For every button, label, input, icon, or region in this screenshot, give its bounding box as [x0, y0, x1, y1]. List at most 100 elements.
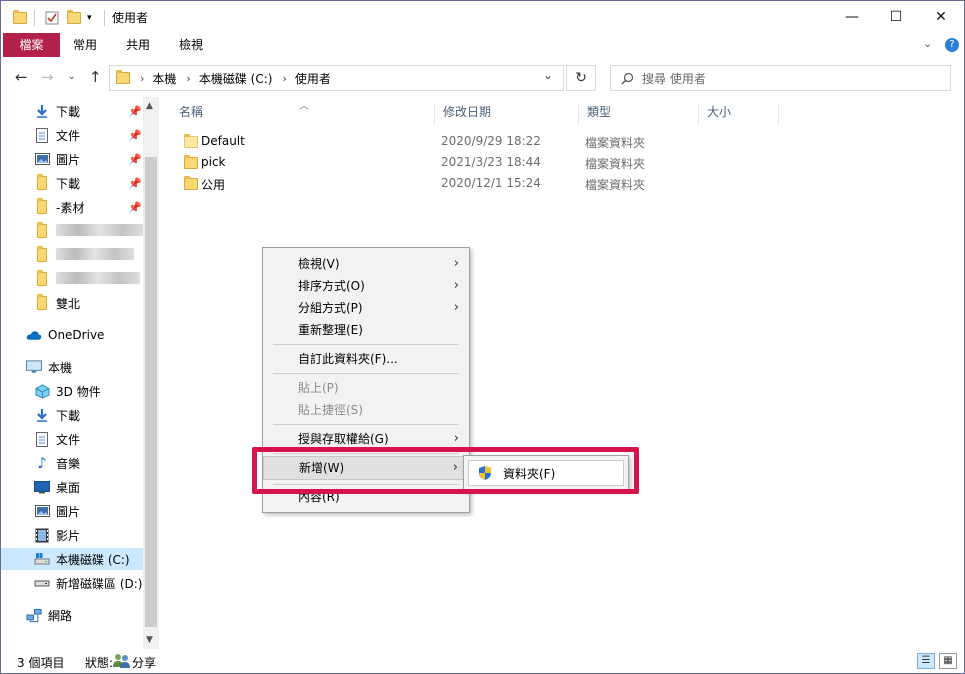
- folder-icon: [34, 222, 50, 239]
- menu-item-customize-folder[interactable]: 自訂此資料夾(F)...: [263, 348, 469, 370]
- scroll-up-icon[interactable]: ▲: [146, 101, 153, 111]
- sidebar-item-folder[interactable]: [1, 268, 143, 290]
- properties-icon[interactable]: [45, 10, 59, 26]
- sidebar-item-drive-d[interactable]: 新增磁碟區 (D:): [1, 572, 143, 594]
- tab-file[interactable]: 檔案: [3, 33, 60, 57]
- file-date: 2020/9/29 18:22: [441, 134, 541, 148]
- search-icon: [621, 72, 634, 84]
- file-type: 檔案資料夾: [585, 178, 646, 192]
- sidebar-item-folder[interactable]: 下載 📌: [1, 172, 143, 194]
- up-arrow-icon[interactable]: ↑: [89, 68, 102, 86]
- menu-item-give-access[interactable]: 授與存取權給(G) ›: [263, 428, 469, 450]
- sidebar-item-label: 圖片: [56, 504, 81, 519]
- scroll-down-icon[interactable]: ▼: [146, 635, 153, 645]
- tab-share[interactable]: 共用: [120, 33, 156, 57]
- menu-item-refresh[interactable]: 重新整理(E): [263, 319, 469, 341]
- sidebar-item-folder[interactable]: 雙北: [1, 292, 143, 314]
- address-bar[interactable]: › 本機 › 本機磁碟 (C:) › 使用者 ⌄: [109, 65, 564, 91]
- sidebar-item-drive-c[interactable]: 本機磁碟 (C:): [1, 548, 143, 570]
- column-header-date[interactable]: 修改日期: [435, 103, 579, 125]
- sidebar-item-label: OneDrive: [48, 328, 105, 342]
- column-header-type[interactable]: 類型: [579, 103, 699, 125]
- sidebar-item-network[interactable]: 網路: [1, 604, 143, 626]
- sidebar-item-videos[interactable]: 影片: [1, 524, 143, 546]
- breadcrumb-drive-c[interactable]: 本機磁碟 (C:): [199, 70, 273, 87]
- breadcrumb-this-pc[interactable]: 本機: [152, 70, 176, 87]
- menu-item-sort-by[interactable]: 排序方式(O) ›: [263, 275, 469, 297]
- chevron-down-icon[interactable]: ▾: [87, 10, 92, 26]
- menu-separator: [273, 373, 459, 374]
- sidebar-item-documents[interactable]: 文件: [1, 428, 143, 450]
- scrollbar-thumb[interactable]: [145, 157, 157, 627]
- close-button[interactable]: ✕: [918, 1, 964, 33]
- sidebar-item-desktop[interactable]: 桌面: [1, 476, 143, 498]
- tab-home[interactable]: 常用: [67, 33, 103, 57]
- file-date: 2020/12/1 15:24: [441, 176, 541, 190]
- search-input[interactable]: 搜尋 使用者: [610, 65, 951, 91]
- sidebar-item-label: 文件: [56, 128, 81, 143]
- title-bar: ▾ 使用者 — ☐ ✕: [1, 1, 964, 33]
- pin-icon[interactable]: 📌: [128, 129, 142, 142]
- sidebar-item-label: 圖片: [56, 152, 81, 167]
- details-view-icon[interactable]: ☰: [917, 653, 935, 669]
- menu-item-paste[interactable]: 貼上(P): [263, 377, 469, 399]
- menu-item-properties[interactable]: 內容(R): [263, 486, 469, 508]
- sidebar-item-this-pc[interactable]: 本機: [1, 356, 143, 378]
- document-icon: [34, 431, 50, 447]
- file-name: Default: [201, 134, 245, 148]
- menu-item-new-folder[interactable]: 資料夾(F): [468, 460, 624, 486]
- pin-icon[interactable]: 📌: [128, 105, 142, 118]
- menu-item-group-by[interactable]: 分組方式(P) ›: [263, 297, 469, 319]
- sidebar-item-label: 雙北: [56, 296, 81, 311]
- back-arrow-icon[interactable]: ←: [15, 68, 28, 86]
- menu-label: 排序方式(O): [298, 279, 365, 293]
- forward-arrow-icon[interactable]: →: [41, 68, 54, 86]
- sidebar-item-pictures[interactable]: 圖片 📌: [1, 148, 143, 170]
- column-header-name[interactable]: 名稱: [171, 103, 435, 125]
- maximize-button[interactable]: ☐: [873, 1, 919, 33]
- breadcrumb-users[interactable]: 使用者: [295, 70, 331, 87]
- pin-icon[interactable]: 📌: [128, 201, 142, 214]
- sidebar-item-pictures[interactable]: 圖片: [1, 500, 143, 522]
- table-row[interactable]: Default 2020/9/29 18:22 檔案資料夾: [177, 131, 877, 151]
- sidebar-item-documents[interactable]: 文件 📌: [1, 124, 143, 146]
- sidebar-item-3d-objects[interactable]: 3D 物件: [1, 380, 143, 402]
- address-dropdown-icon[interactable]: ⌄: [543, 68, 553, 82]
- pin-icon[interactable]: 📌: [128, 153, 142, 166]
- new-folder-icon[interactable]: [67, 10, 81, 26]
- chevron-right-icon: ›: [453, 431, 459, 446]
- sidebar-item-downloads[interactable]: 下載: [1, 404, 143, 426]
- drive-icon: [34, 551, 50, 567]
- music-icon: ♪: [37, 454, 47, 472]
- sidebar-item-label: 影片: [56, 528, 81, 543]
- chevron-down-icon[interactable]: ⌄: [68, 72, 76, 82]
- divider: [34, 10, 35, 26]
- sidebar-item-folder[interactable]: [1, 220, 144, 242]
- tab-view[interactable]: 檢視: [173, 33, 209, 57]
- sidebar-item-onedrive[interactable]: OneDrive: [1, 324, 143, 346]
- refresh-button[interactable]: ↻: [566, 65, 596, 91]
- large-icons-view-icon[interactable]: ▦: [939, 653, 957, 669]
- folder-icon: [116, 70, 130, 84]
- folder-icon: [34, 294, 50, 311]
- table-row[interactable]: pick 2021/3/23 18:44 檔案資料夾: [177, 152, 877, 172]
- minimize-button[interactable]: —: [829, 1, 875, 33]
- sidebar-item-label: 網路: [48, 608, 73, 623]
- menu-item-paste-shortcut[interactable]: 貼上捷徑(S): [263, 399, 469, 421]
- menu-item-new[interactable]: 新增(W) ›: [263, 456, 469, 480]
- menu-item-view[interactable]: 檢視(V) ›: [263, 253, 469, 275]
- sidebar-item-downloads[interactable]: 下載 📌: [1, 100, 143, 122]
- pin-icon[interactable]: 📌: [128, 177, 142, 190]
- help-icon[interactable]: ?: [945, 38, 959, 52]
- status-value: 分享: [132, 656, 157, 670]
- chevron-down-icon[interactable]: ⌄: [923, 37, 932, 50]
- sidebar-scrollbar[interactable]: ▲ ▼: [143, 97, 159, 649]
- menu-label: 內容(R): [298, 490, 340, 504]
- column-header-size[interactable]: 大小: [699, 103, 779, 125]
- cloud-icon: [26, 327, 42, 343]
- sidebar-item-music[interactable]: ♪ 音樂: [1, 452, 143, 474]
- table-row[interactable]: 公用 2020/12/1 15:24 檔案資料夾: [177, 173, 877, 193]
- sidebar-item-folder[interactable]: -素材 📌: [1, 196, 143, 218]
- folder-icon: [184, 155, 198, 169]
- sidebar-item-folder[interactable]: [1, 244, 143, 266]
